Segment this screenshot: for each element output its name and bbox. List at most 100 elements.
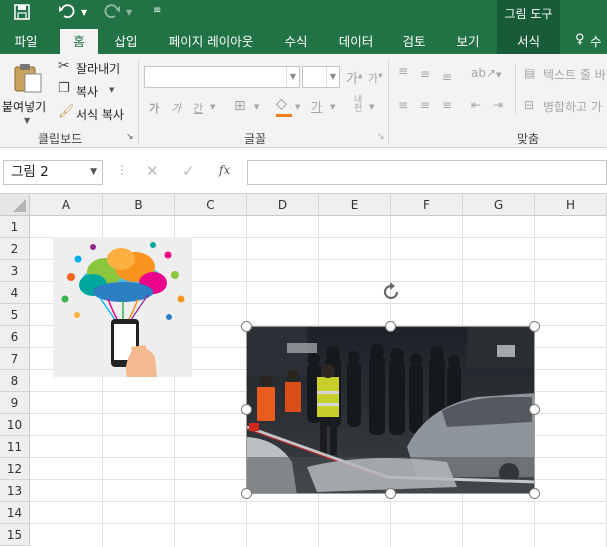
name-box-dropdown-icon: ▼ [90, 167, 97, 177]
row-header-10[interactable]: 10 [0, 414, 30, 436]
undo-dropdown-icon[interactable]: ▼ [81, 8, 87, 17]
fill-color-icon: ◇ [276, 96, 287, 112]
phonetic-dropdown-icon: ▼ [369, 103, 375, 111]
tab-tell-me[interactable]: 수 [590, 29, 607, 54]
tab-page-layout[interactable]: 페이지 레이아웃 [160, 29, 262, 54]
row-header-12[interactable]: 12 [0, 458, 30, 480]
redo-icon [103, 3, 121, 23]
clipboard-group-label: 클립보드 [38, 132, 83, 146]
row-header-11[interactable]: 11 [0, 436, 30, 458]
row-header-1[interactable]: 1 [0, 216, 30, 238]
name-box[interactable]: 그림 2 ▼ [3, 160, 103, 185]
tab-insert[interactable]: 삽입 [106, 29, 146, 54]
formula-input[interactable] [247, 160, 607, 185]
cancel-icon: ✕ [146, 162, 159, 180]
clipboard-launcher-icon[interactable]: ↘ [126, 132, 134, 142]
column-header-g[interactable]: G [463, 194, 535, 216]
font-size-combo[interactable]: ▼ [302, 66, 340, 88]
tab-view[interactable]: 보기 [448, 29, 488, 54]
decrease-indent-icon: ⇤ [471, 98, 482, 112]
worksheet-grid[interactable]: A B C D E F G H 1 2 3 4 5 6 7 8 9 10 11 … [0, 194, 607, 547]
customize-quick-access-icon[interactable]: ≡ [153, 5, 161, 16]
row-header-13[interactable]: 13 [0, 480, 30, 502]
column-header-a[interactable]: A [30, 194, 103, 216]
gridline [30, 523, 607, 524]
column-header-h[interactable]: H [535, 194, 607, 216]
select-all-button[interactable] [0, 194, 30, 216]
undo-icon[interactable] [58, 3, 76, 23]
group-separator [515, 64, 516, 114]
fill-dropdown-icon: ▼ [295, 103, 301, 111]
align-left-icon: ≡ [398, 98, 409, 112]
underline-icon: 간 [193, 102, 204, 115]
column-header-b[interactable]: B [103, 194, 175, 216]
wrap-text-icon: ▤ [524, 66, 536, 80]
tab-data[interactable]: 데이터 [330, 29, 382, 54]
tab-review[interactable]: 검토 [394, 29, 434, 54]
orientation-icon: ab↗ [471, 66, 497, 80]
border-icon: ⊞ [234, 98, 246, 114]
resize-handle-left[interactable] [241, 404, 252, 415]
column-header-c[interactable]: C [175, 194, 247, 216]
row-header-5[interactable]: 5 [0, 304, 30, 326]
column-header-f[interactable]: F [391, 194, 463, 216]
font-launcher-icon[interactable]: ↘ [377, 132, 385, 142]
copy-button[interactable]: ❐ 복사 ▼ [56, 81, 134, 101]
font-group-label: 글꼴 [244, 132, 267, 146]
paste-button[interactable]: 붙여넣기 ▼ [2, 60, 50, 125]
resize-handle-bottom[interactable] [385, 488, 396, 499]
row-header-2[interactable]: 2 [0, 238, 30, 260]
ribbon-tabs: 파일 홈 삽입 페이지 레이아웃 수식 데이터 검토 보기 서식 ♀ 수 [0, 29, 607, 54]
font-color-dropdown-icon: ▼ [330, 103, 336, 111]
name-box-value: 그림 2 [11, 164, 49, 180]
orientation-dropdown-icon: ▼ [496, 71, 502, 79]
align-top-icon: ≡ [398, 64, 409, 78]
row-header-3[interactable]: 3 [0, 260, 30, 282]
decrease-font-icon: 가▼ [368, 72, 383, 85]
lightbulb-icon[interactable]: ♀ [575, 32, 585, 47]
row-header-15[interactable]: 15 [0, 524, 30, 546]
format-painter-label: 서식 복사 [76, 108, 124, 122]
column-header-e[interactable]: E [319, 194, 391, 216]
format-painter-button[interactable]: 🖌 서식 복사 [56, 104, 136, 124]
rotate-handle-icon[interactable] [379, 280, 403, 304]
resize-handle-top[interactable] [385, 321, 396, 332]
row-header-14[interactable]: 14 [0, 502, 30, 524]
picture-tools-group: 그림 도구 [497, 0, 560, 29]
picture-street-photo[interactable] [246, 326, 535, 494]
font-size-dropdown-icon: ▼ [326, 67, 339, 87]
paste-icon [14, 64, 42, 93]
resize-handle-bottom-left[interactable] [241, 488, 252, 499]
font-color-icon: 가 [311, 100, 323, 114]
save-icon[interactable] [14, 4, 30, 24]
column-header-d[interactable]: D [247, 194, 319, 216]
resize-handle-top-right[interactable] [529, 321, 540, 332]
row-header-9[interactable]: 9 [0, 392, 30, 414]
paste-label: 붙여넣기 [2, 100, 47, 114]
row-header-6[interactable]: 6 [0, 326, 30, 348]
font-name-combo[interactable]: ▼ [144, 66, 300, 88]
insert-function-icon[interactable]: fx [219, 163, 230, 177]
merge-icon: ⊟ [524, 98, 535, 112]
title-bar: ▼ ▼ ≡ 그림 도구 [0, 0, 607, 29]
picture-smartphone-apps[interactable] [53, 237, 192, 377]
fill-color-bar [276, 114, 292, 117]
resize-handle-bottom-right[interactable] [529, 488, 540, 499]
cut-button[interactable]: ✂ 잘라내기 [56, 58, 134, 78]
tab-file[interactable]: 파일 [0, 29, 52, 54]
resize-handle-top-left[interactable] [241, 321, 252, 332]
row-header-7[interactable]: 7 [0, 348, 30, 370]
tab-formulas[interactable]: 수식 [276, 29, 316, 54]
row-header-8[interactable]: 8 [0, 370, 30, 392]
scissors-icon: ✂ [58, 58, 70, 74]
alignment-group-label: 맞춤 [517, 132, 540, 146]
align-middle-icon: ≡ [420, 67, 431, 81]
ribbon: 붙여넣기 ▼ ✂ 잘라내기 ❐ 복사 ▼ 🖌 서식 복사 클립보드 ↘ ▼ ▼ … [0, 54, 607, 148]
row-header-4[interactable]: 4 [0, 282, 30, 304]
cut-label: 잘라내기 [76, 62, 121, 76]
brush-icon: 🖌 [58, 104, 75, 119]
tab-format[interactable]: 서식 [497, 29, 560, 54]
redo-dropdown-icon: ▼ [126, 8, 133, 17]
resize-handle-right[interactable] [529, 404, 540, 415]
tab-home[interactable]: 홈 [60, 29, 98, 54]
